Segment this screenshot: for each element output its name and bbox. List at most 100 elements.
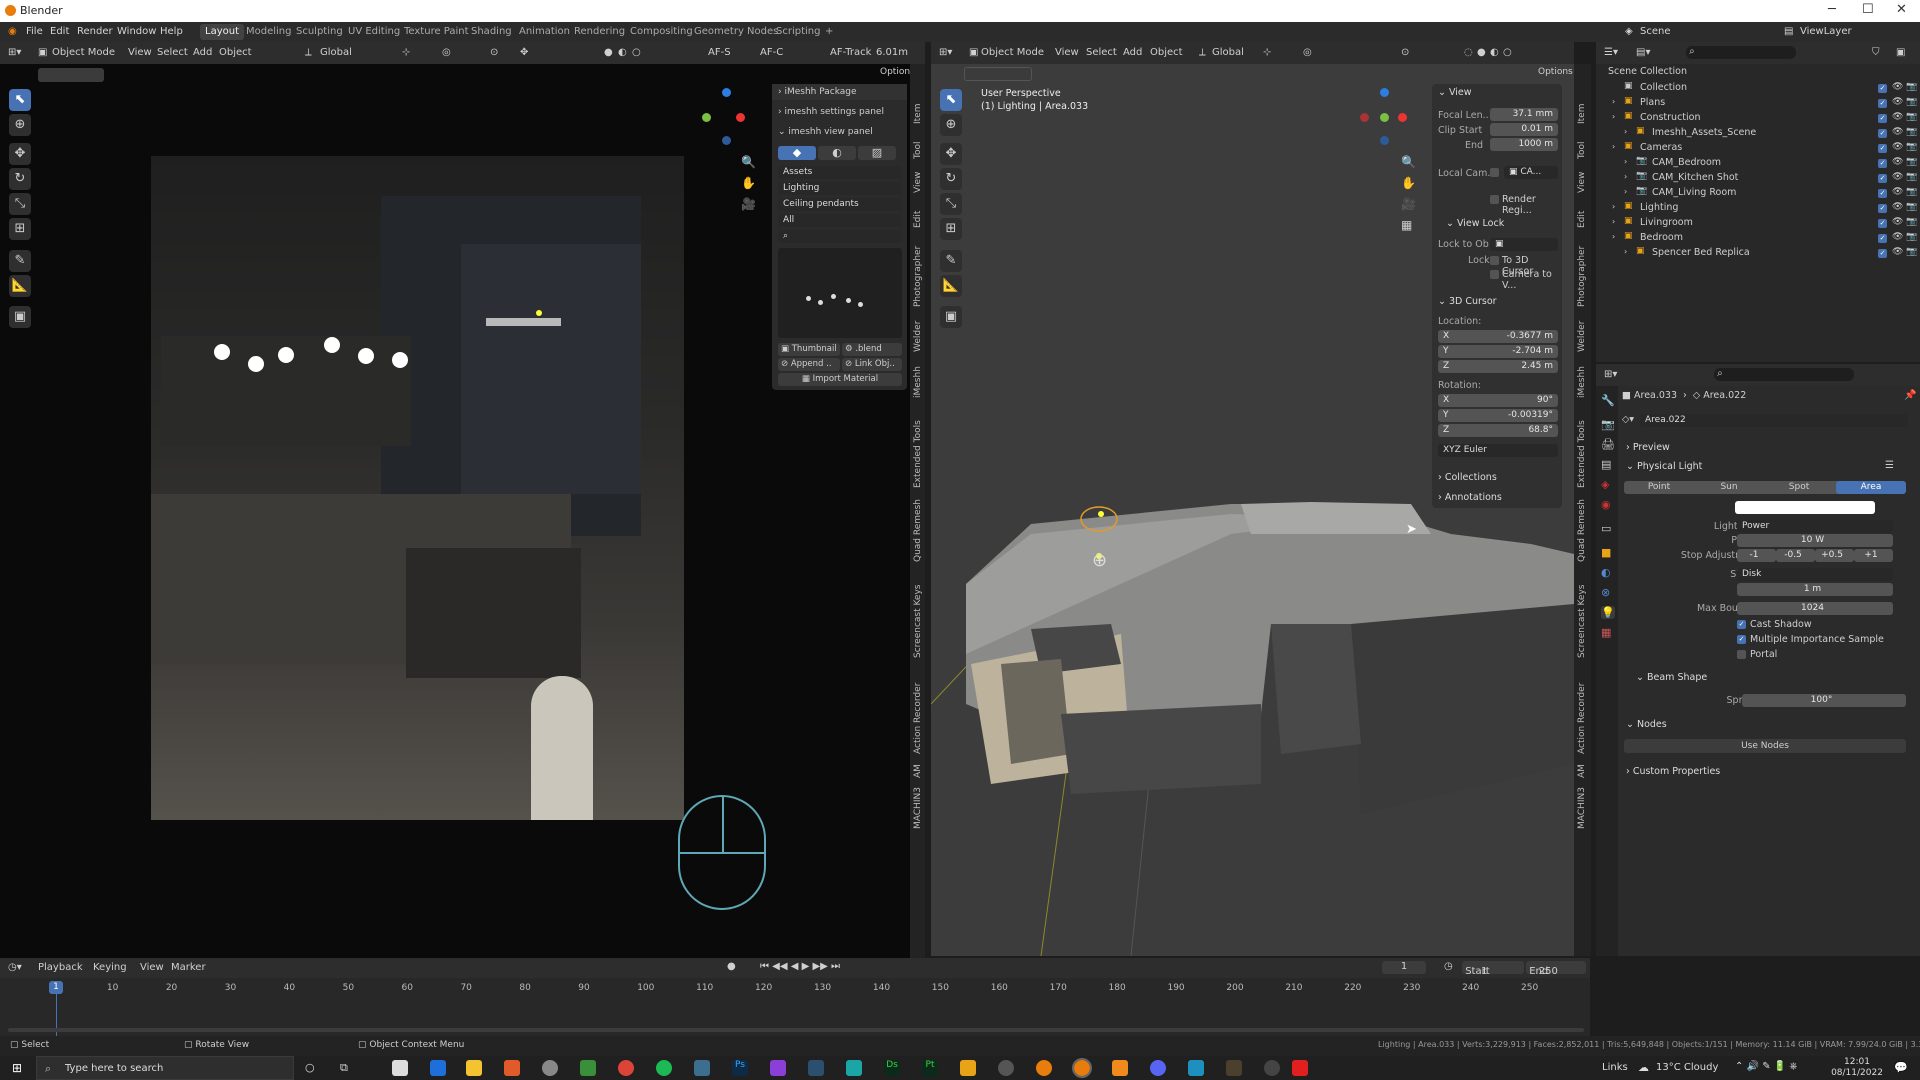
add-workspace-button[interactable]: +: [825, 26, 833, 37]
lock-to-cursor-checkbox[interactable]: [1490, 256, 1499, 265]
exclude-checkbox[interactable]: ✓: [1878, 84, 1887, 93]
ntab-view[interactable]: View: [913, 172, 923, 193]
expand-icon[interactable]: ›: [1624, 247, 1627, 256]
timeline-scrollbar[interactable]: [8, 1028, 1584, 1032]
render-tab-icon[interactable]: 📷: [1601, 418, 1615, 431]
max-bounces-field[interactable]: 1024: [1737, 602, 1893, 615]
end-frame-field[interactable]: End 250: [1526, 961, 1586, 977]
color-swatch[interactable]: [1735, 501, 1875, 514]
app-icon[interactable]: Pt: [922, 1060, 938, 1076]
outliner-row[interactable]: › ▣ Imeshh_Assets_Scene ✓ 👁 📷: [1600, 126, 1918, 141]
app-icon[interactable]: [504, 1060, 520, 1076]
app-icon[interactable]: [694, 1060, 710, 1076]
ntab-action-recorder[interactable]: Action Recorder: [913, 683, 923, 754]
transform-tool-icon[interactable]: ⊞: [9, 218, 31, 240]
blender-menu-icon[interactable]: ◉: [8, 26, 17, 37]
menu-file[interactable]: File: [26, 26, 43, 37]
ntab-tool[interactable]: Tool: [1577, 141, 1587, 158]
visibility-eye-icon[interactable]: 👁: [1892, 82, 1903, 92]
expand-icon[interactable]: ›: [1612, 112, 1615, 121]
ntab-screencast-keys[interactable]: Screencast Keys: [1577, 585, 1587, 659]
af-s-button[interactable]: AF-S: [708, 47, 731, 58]
imeshh-settings-section[interactable]: › imeshh settings panel: [778, 107, 884, 117]
visibility-eye-icon[interactable]: 👁: [1892, 142, 1903, 152]
ntab-screencast-keys[interactable]: Screencast Keys: [913, 585, 923, 659]
close-icon[interactable]: ✕: [1896, 2, 1907, 17]
editor-type-icon[interactable]: ◷▾: [8, 962, 22, 973]
axis-y-icon[interactable]: [702, 113, 711, 122]
tab-rendering[interactable]: Rendering: [574, 26, 625, 37]
visibility-eye-icon[interactable]: 👁: [1892, 187, 1903, 197]
world-tab-icon[interactable]: ◉: [1601, 498, 1611, 511]
axis-x-icon[interactable]: [1398, 113, 1407, 122]
render-camera-icon[interactable]: 📷: [1906, 202, 1917, 212]
blender-icon[interactable]: [1036, 1060, 1052, 1076]
acrobat-icon[interactable]: [1292, 1060, 1308, 1076]
physics-tab-icon[interactable]: ◐: [1601, 566, 1611, 579]
menu-object[interactable]: Object: [1150, 47, 1183, 58]
outliner-search-input[interactable]: ⌕: [1686, 46, 1796, 59]
menu-render[interactable]: Render: [77, 26, 113, 37]
view-section[interactable]: ⌄ View: [1438, 87, 1472, 98]
ntab-extended-tools[interactable]: Extended Tools: [1577, 421, 1587, 489]
record-icon[interactable]: ●: [727, 961, 736, 972]
view-layer-selector[interactable]: ViewLayer: [1800, 26, 1852, 37]
annotations-section[interactable]: › Annotations: [1438, 492, 1502, 503]
scene-tab-icon[interactable]: ◈: [1601, 478, 1609, 491]
tab-compositing[interactable]: Compositing: [630, 26, 693, 37]
overlay-icon[interactable]: ⊙: [490, 47, 498, 58]
snap-icon[interactable]: ⊹: [402, 47, 410, 58]
app-icon[interactable]: [808, 1060, 824, 1076]
rotation-x-field[interactable]: X 90°: [1438, 394, 1558, 407]
app-icon[interactable]: [1264, 1060, 1280, 1076]
tray-icons[interactable]: ⌃ 🔊 ✎ 🔋 ⎈: [1735, 1061, 1797, 1072]
exclude-checkbox[interactable]: ✓: [1878, 249, 1887, 258]
shading-material-icon[interactable]: ◐: [1490, 47, 1499, 58]
stop-plus-half-button[interactable]: +0.5: [1815, 549, 1854, 562]
taskbar-search-box[interactable]: ⌕ Type here to search: [36, 1056, 294, 1080]
pan-hand-icon[interactable]: ✋: [741, 176, 756, 190]
cast-shadow-checkbox[interactable]: ✓: [1737, 620, 1746, 629]
light-data-tab-icon[interactable]: 💡: [1601, 606, 1615, 619]
ntab-view[interactable]: View: [1577, 172, 1587, 193]
menu-edit[interactable]: Edit: [50, 26, 69, 37]
clip-end-field[interactable]: 1000 m: [1490, 138, 1558, 151]
rotation-y-field[interactable]: Y -0.00319°: [1438, 409, 1558, 422]
axis-neg-z-icon[interactable]: [722, 136, 731, 145]
ntab-photographer[interactable]: Photographer: [913, 246, 923, 307]
menu-view[interactable]: View: [1055, 47, 1079, 58]
light-unit-dropdown[interactable]: Power: [1737, 520, 1893, 533]
filter-icon[interactable]: ⛉: [1872, 47, 1880, 58]
add-cube-tool-icon[interactable]: ▣: [9, 306, 31, 328]
scale-tool-icon[interactable]: ⤡: [9, 193, 31, 215]
visibility-eye-icon[interactable]: 👁: [1892, 157, 1903, 167]
windows-start-icon[interactable]: ⊞: [12, 1061, 22, 1075]
beam-shape-section[interactable]: ⌄ Beam Shape: [1636, 672, 1707, 683]
render-region-checkbox[interactable]: [1490, 195, 1499, 204]
render-camera-icon[interactable]: 📷: [1906, 142, 1917, 152]
clip-start-field[interactable]: 0.01 m: [1490, 123, 1558, 136]
orientation-dropdown[interactable]: Global: [1212, 47, 1244, 58]
tab-modeling[interactable]: Modeling: [246, 26, 292, 37]
ntab-am[interactable]: AM: [913, 764, 923, 778]
visibility-eye-icon[interactable]: 👁: [1892, 127, 1903, 137]
exclude-checkbox[interactable]: ✓: [1878, 114, 1887, 123]
app-icon[interactable]: [1112, 1060, 1128, 1076]
menu-marker[interactable]: Marker: [171, 962, 206, 973]
ntab-welder[interactable]: Welder: [1577, 321, 1587, 352]
visibility-eye-icon[interactable]: 👁: [1892, 232, 1903, 242]
outliner-row[interactable]: ▣ Collection ✓ 👁 📷: [1600, 81, 1918, 96]
preview-section[interactable]: › Preview: [1626, 442, 1670, 453]
tab-animation[interactable]: Animation: [519, 26, 570, 37]
outliner-row[interactable]: › ▣ Lighting ✓ 👁 📷: [1600, 201, 1918, 216]
new-collection-icon[interactable]: ▣: [1896, 47, 1905, 58]
zoom-icon[interactable]: 🔍: [741, 155, 756, 169]
imeshh-assets-dropdown[interactable]: Assets: [778, 166, 902, 179]
notifications-icon[interactable]: 💬: [1894, 1061, 1908, 1074]
pan-hand-icon[interactable]: ✋: [1401, 176, 1416, 190]
app-icon[interactable]: [846, 1060, 862, 1076]
app-icon[interactable]: Ds: [884, 1060, 900, 1076]
outliner-editor-icon[interactable]: ☰▾: [1604, 47, 1618, 58]
imeshh-view-section[interactable]: ⌄ imeshh view panel: [778, 127, 873, 137]
links-toolbar[interactable]: Links: [1602, 1062, 1628, 1073]
